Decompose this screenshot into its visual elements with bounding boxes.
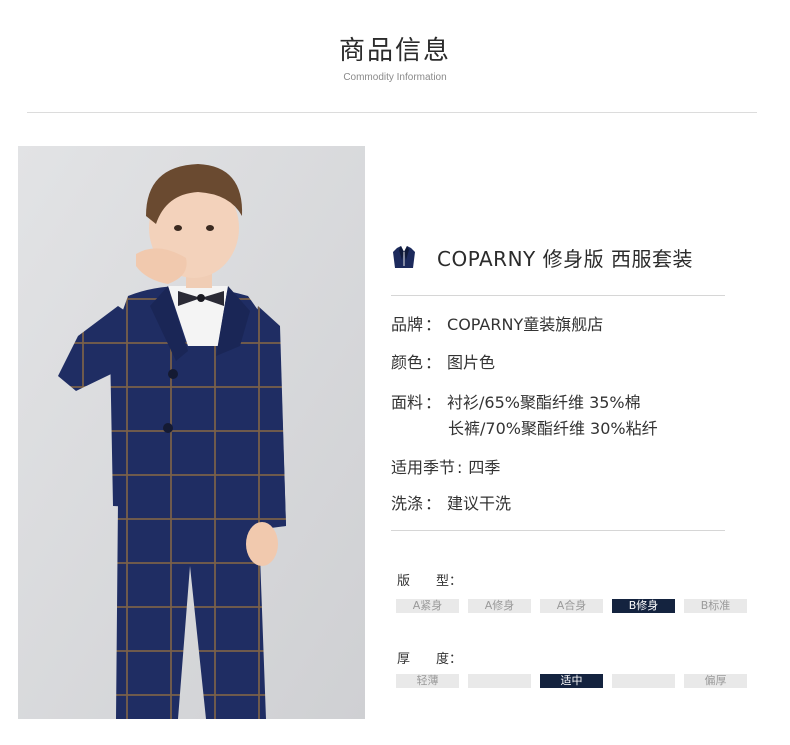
spec-value: COPARNY童装旗舰店 [447, 315, 604, 334]
spec-value: 图片色 [447, 353, 496, 372]
fit-option: B标准 [684, 599, 747, 613]
thickness-option: 轻薄 [396, 674, 459, 688]
fit-label: 版 型： [397, 570, 462, 589]
product-title-row: COPARNY 修身版 西服套装 [391, 240, 731, 274]
section-subtitle: Commodity Information [343, 72, 447, 83]
spec-value: 建议干洗 [447, 494, 512, 513]
fit-label-b: 型： [436, 574, 463, 589]
thickness-label: 厚 度： [397, 648, 462, 667]
specs-divider [391, 530, 725, 531]
fit-option: A修身 [468, 599, 531, 613]
thickness-option-selected: 适中 [540, 674, 603, 688]
product-title: COPARNY 修身版 西服套装 [437, 246, 693, 271]
fit-label-a: 版 [397, 574, 411, 589]
spec-fabric-line2: 长裤/70%聚酯纤维 30%粘纤 [448, 419, 658, 438]
spec-color: 颜色：图片色 [391, 350, 495, 376]
suit-icon [393, 246, 415, 268]
spec-label: 品牌 [391, 315, 424, 334]
thickness-option [468, 674, 531, 688]
section-title: 商品信息 [338, 36, 451, 66]
fit-options: A紧身 A修身 A合身 B修身 B标准 [396, 599, 756, 613]
thickness-label-b: 度： [436, 652, 463, 667]
spec-wash: 洗涤：建议干洗 [391, 491, 511, 517]
title-divider [391, 295, 725, 296]
thickness-label-a: 厚 [397, 652, 411, 667]
fit-option: A合身 [540, 599, 603, 613]
thickness-option: 偏厚 [684, 674, 747, 688]
spec-label: 适用季节 [391, 458, 456, 477]
spec-fabric: 面料：衬衫/65%聚酯纤维 35%棉 [391, 390, 641, 416]
thickness-option [612, 674, 675, 688]
spec-brand: 品牌： COPARNY童装旗舰店 [391, 312, 603, 338]
fit-option: A紧身 [396, 599, 459, 613]
spec-season: 适用季节: 四季 [391, 455, 500, 481]
spec-label: 面料 [391, 393, 424, 412]
thickness-options: 轻薄 适中 偏厚 [396, 674, 756, 688]
product-photo [18, 146, 365, 719]
spec-value: 四季 [468, 458, 501, 477]
spec-value: 衬衫/65%聚酯纤维 35%棉 [447, 393, 641, 412]
fit-option-selected: B修身 [612, 599, 675, 613]
spec-label: 颜色 [391, 353, 424, 372]
header-divider [27, 112, 757, 113]
boy-in-suit-illustration [18, 146, 365, 719]
spec-label: 洗涤 [391, 494, 424, 513]
